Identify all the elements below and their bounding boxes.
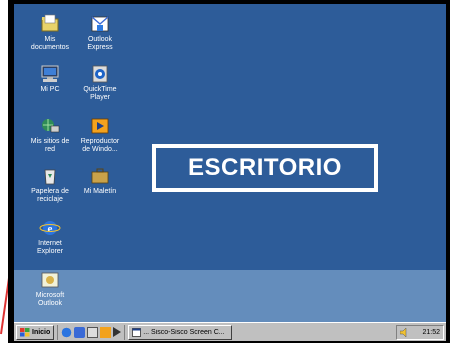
outlook-express-icon xyxy=(91,16,109,32)
start-label: Inicio xyxy=(32,328,51,336)
desktop-icon-label: Reproductor de Windo... xyxy=(80,138,120,153)
desktop-highlight-band xyxy=(14,270,446,322)
recycle-bin-icon xyxy=(44,169,56,185)
window-icon xyxy=(132,327,142,337)
media-player-icon[interactable] xyxy=(100,326,112,338)
desktop-icon-label: Mis documentos xyxy=(30,36,70,51)
desktop-icon-label: Outlook Express xyxy=(87,36,113,51)
quick-launch xyxy=(57,324,126,340)
monitor-frame: Mis documentos Outlook Express Mi PC Qui… xyxy=(8,0,450,343)
desktop-icon-mis-documentos[interactable]: Mis documentos xyxy=(22,14,78,52)
network-icon xyxy=(42,119,60,133)
desktop-icon-internet-explorer[interactable]: e Internet Explorer xyxy=(22,218,78,256)
task-label: ... Sisco-Sisco Screen C... xyxy=(143,328,225,336)
speaker-icon[interactable] xyxy=(400,327,408,337)
system-tray: 21:52 xyxy=(396,324,444,340)
desktop-icon-label: Mis sitios de red xyxy=(30,138,70,153)
desktop-icon-label: Papelera de reciclaje xyxy=(31,188,69,203)
internet-explorer-icon: e xyxy=(39,221,61,235)
outlook-icon xyxy=(41,272,59,288)
taskbar-task-button[interactable]: ... Sisco-Sisco Screen C... xyxy=(128,324,233,340)
internet-explorer-icon[interactable] xyxy=(61,326,73,338)
windows-logo-icon xyxy=(20,327,30,336)
desktop-icon-microsoft-outlook[interactable]: Microsoft Outlook xyxy=(22,270,78,308)
outlook-express-icon[interactable] xyxy=(74,326,86,338)
desktop-icon-label: Mi PC xyxy=(40,86,60,93)
quicktime-icon xyxy=(92,65,108,83)
taskbar: Inicio ... Sisco-Sisco Screen C... 21:52 xyxy=(14,322,446,341)
desktop-icon-mi-pc[interactable]: Mi PC xyxy=(22,64,78,94)
show-desktop-icon[interactable] xyxy=(87,326,99,338)
briefcase-icon xyxy=(91,168,109,184)
escritorio-banner: ESCRITORIO xyxy=(152,144,378,192)
desktop-icon-papelera-de-reciclaje[interactable]: Papelera de reciclaje xyxy=(22,166,78,204)
desktop-icon-label: Mi Maletín xyxy=(83,188,117,195)
desktop: Mis documentos Outlook Express Mi PC Qui… xyxy=(14,4,446,341)
desktop-icon-reproductor-windows[interactable]: Reproductor de Windo... xyxy=(72,116,128,154)
desktop-icon-label: QuickTime Player xyxy=(83,86,117,101)
desktop-icon-mis-sitios-de-red[interactable]: Mis sitios de red xyxy=(22,116,78,154)
start-button[interactable]: Inicio xyxy=(16,324,55,340)
desktop-icon-outlook-express[interactable]: Outlook Express xyxy=(72,14,128,52)
desktop-icon-mi-maletin[interactable]: Mi Maletín xyxy=(72,166,128,196)
play-icon[interactable] xyxy=(113,327,122,337)
desktop-icon-label: Microsoft Outlook xyxy=(35,292,65,307)
desktop-icon-label: Internet Explorer xyxy=(36,240,64,255)
folder-icon xyxy=(41,14,59,32)
computer-icon xyxy=(41,65,59,82)
media-player-icon xyxy=(91,118,109,134)
desktop-icon-quicktime-player[interactable]: QuickTime Player xyxy=(72,64,128,102)
clock[interactable]: 21:52 xyxy=(422,329,440,336)
